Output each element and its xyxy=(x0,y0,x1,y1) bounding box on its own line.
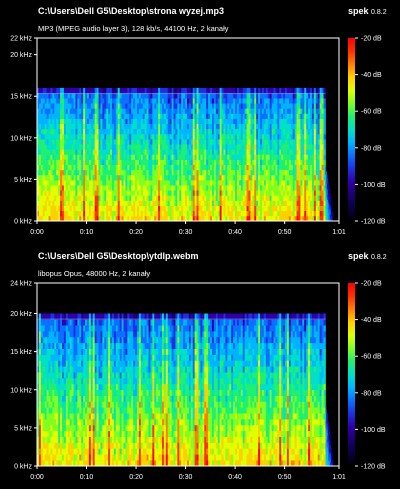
time-tick-label: 0:20 xyxy=(129,474,143,481)
time-tick-label: 1:01 xyxy=(332,229,346,236)
time-tick-label: 0:10 xyxy=(80,474,94,481)
spectrogram-body xyxy=(37,313,334,467)
freq-tick-label: 0 kHz xyxy=(14,219,32,226)
db-tick-label: -20 dB xyxy=(361,281,382,288)
db-tick-label: -60 dB xyxy=(361,354,382,361)
db-tick-label: -60 dB xyxy=(361,109,382,116)
freq-tick-label: 5 kHz xyxy=(14,177,32,184)
spectrogram-graphic[interactable]: 24 kHz 20 kHz 15 kHz 10 kHz 5 kHz 0 kHz 0:00 0:… xyxy=(0,245,400,489)
time-tick-label: 0:00 xyxy=(30,474,44,481)
time-tick-label: 0:10 xyxy=(80,229,94,236)
time-tick-label: 0:40 xyxy=(228,229,242,236)
db-tick-label: -40 dB xyxy=(361,72,382,79)
time-tick-label: 0:00 xyxy=(30,229,44,236)
freq-tick-label: 20 kHz xyxy=(10,311,32,318)
freq-tick-label: 24 kHz xyxy=(10,281,32,288)
freq-tick-label: 5 kHz xyxy=(14,425,32,432)
db-tick-label: -120 dB xyxy=(361,219,386,226)
freq-tick-label: 20 kHz xyxy=(10,52,32,59)
db-tick-label: -80 dB xyxy=(361,145,382,152)
db-tick-label: -20 dB xyxy=(361,36,382,43)
db-tick-label: -80 dB xyxy=(361,390,382,397)
db-tick-label: -120 dB xyxy=(361,464,386,471)
time-tick-label: 0:50 xyxy=(278,229,292,236)
time-tick-label: 0:30 xyxy=(179,229,193,236)
time-tick-label: 1:01 xyxy=(332,474,346,481)
spectrogram-graphic[interactable]: 22 kHz 20 kHz 15 kHz 10 kHz 5 kHz 0 kHz 0:00 0:… xyxy=(0,0,400,244)
time-tick-label: 0:30 xyxy=(179,474,193,481)
db-tick-label: -40 dB xyxy=(361,317,382,324)
time-tick-label: 0:20 xyxy=(129,229,143,236)
spectrogram-panel: C:\Users\Dell G5\Desktop\ytdlp.webm libo… xyxy=(0,245,400,489)
db-colorbar xyxy=(348,283,355,466)
spectrogram-body xyxy=(37,87,334,222)
db-tick-label: -100 dB xyxy=(361,182,386,189)
time-tick-label: 0:50 xyxy=(278,474,292,481)
freq-tick-label: 15 kHz xyxy=(10,349,32,356)
freq-tick-label: 10 kHz xyxy=(10,135,32,142)
freq-tick-label: 10 kHz xyxy=(10,387,32,394)
freq-tick-label: 15 kHz xyxy=(10,94,32,101)
time-tick-label: 0:40 xyxy=(228,474,242,481)
db-colorbar xyxy=(348,38,355,221)
spectrogram-panel: C:\Users\Dell G5\Desktop\strona wyzej.mp… xyxy=(0,0,400,244)
freq-tick-label: 0 kHz xyxy=(14,464,32,471)
freq-tick-label: 22 kHz xyxy=(10,36,32,43)
db-tick-label: -100 dB xyxy=(361,427,386,434)
